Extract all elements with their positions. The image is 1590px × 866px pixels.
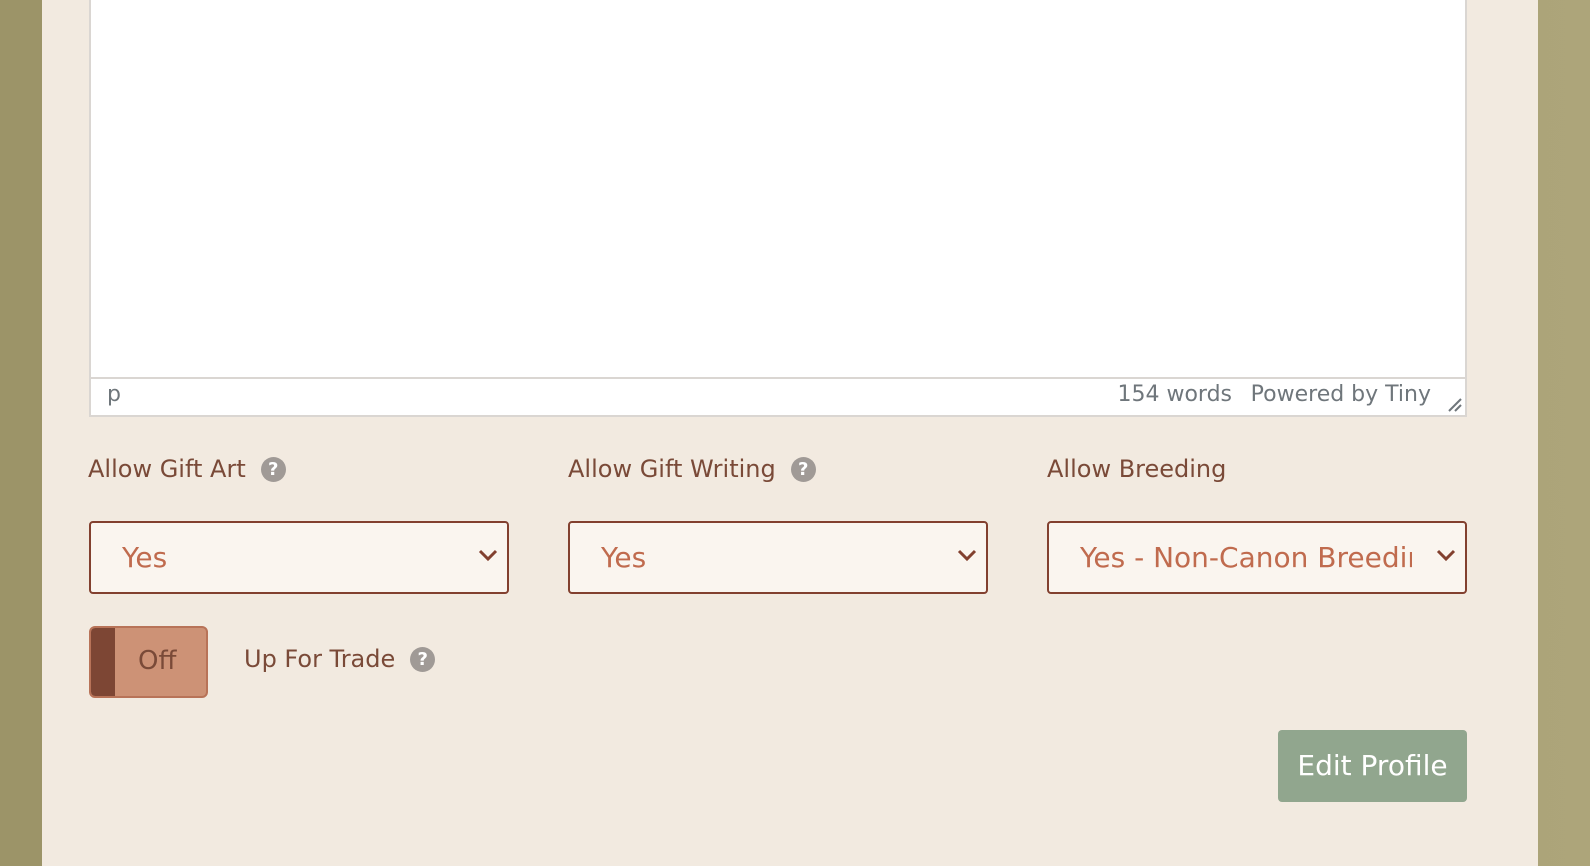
word-count[interactable]: 154 words	[1117, 382, 1232, 407]
gift-art-select[interactable]: Yes	[89, 521, 509, 594]
element-path[interactable]: p	[107, 382, 121, 407]
resize-handle-icon[interactable]	[1445, 395, 1463, 413]
gift-art-selected-value: Yes	[122, 541, 168, 574]
breeding-label: Allow Breeding	[1047, 455, 1226, 483]
editor-statusbar: p 154 words Powered by Tiny	[91, 377, 1465, 415]
rich-text-editor: p 154 words Powered by Tiny	[89, 0, 1467, 417]
editor-content-area[interactable]	[91, 0, 1465, 379]
gift-writing-label: Allow Gift Writing ?	[568, 455, 816, 483]
profile-form-panel: p 154 words Powered by Tiny Allow Gift A…	[42, 0, 1538, 866]
breeding-select[interactable]: Yes - Non-Canon Breedings	[1047, 521, 1467, 594]
help-icon[interactable]: ?	[790, 456, 816, 482]
toggle-state-text: Off	[138, 646, 177, 676]
up-for-trade-label: Up For Trade ?	[244, 645, 436, 673]
chevron-down-icon	[957, 549, 977, 562]
gift-writing-label-text: Allow Gift Writing	[568, 455, 776, 483]
edit-profile-button[interactable]: Edit Profile	[1278, 730, 1467, 802]
gift-art-label: Allow Gift Art ?	[88, 455, 286, 483]
breeding-label-text: Allow Breeding	[1047, 455, 1227, 483]
up-for-trade-label-text: Up For Trade	[244, 645, 396, 673]
help-icon[interactable]: ?	[410, 646, 436, 672]
help-icon[interactable]: ?	[260, 456, 286, 482]
breeding-selected-value: Yes - Non-Canon Breedings	[1080, 541, 1412, 574]
chevron-down-icon	[478, 549, 498, 562]
gift-art-label-text: Allow Gift Art	[88, 455, 246, 483]
gift-writing-select[interactable]: Yes	[568, 521, 988, 594]
chevron-down-icon	[1436, 549, 1456, 562]
toggle-knob	[91, 628, 115, 696]
up-for-trade-toggle[interactable]: Off	[89, 626, 208, 698]
gift-writing-selected-value: Yes	[601, 541, 647, 574]
powered-by-link[interactable]: Powered by Tiny	[1251, 382, 1431, 407]
